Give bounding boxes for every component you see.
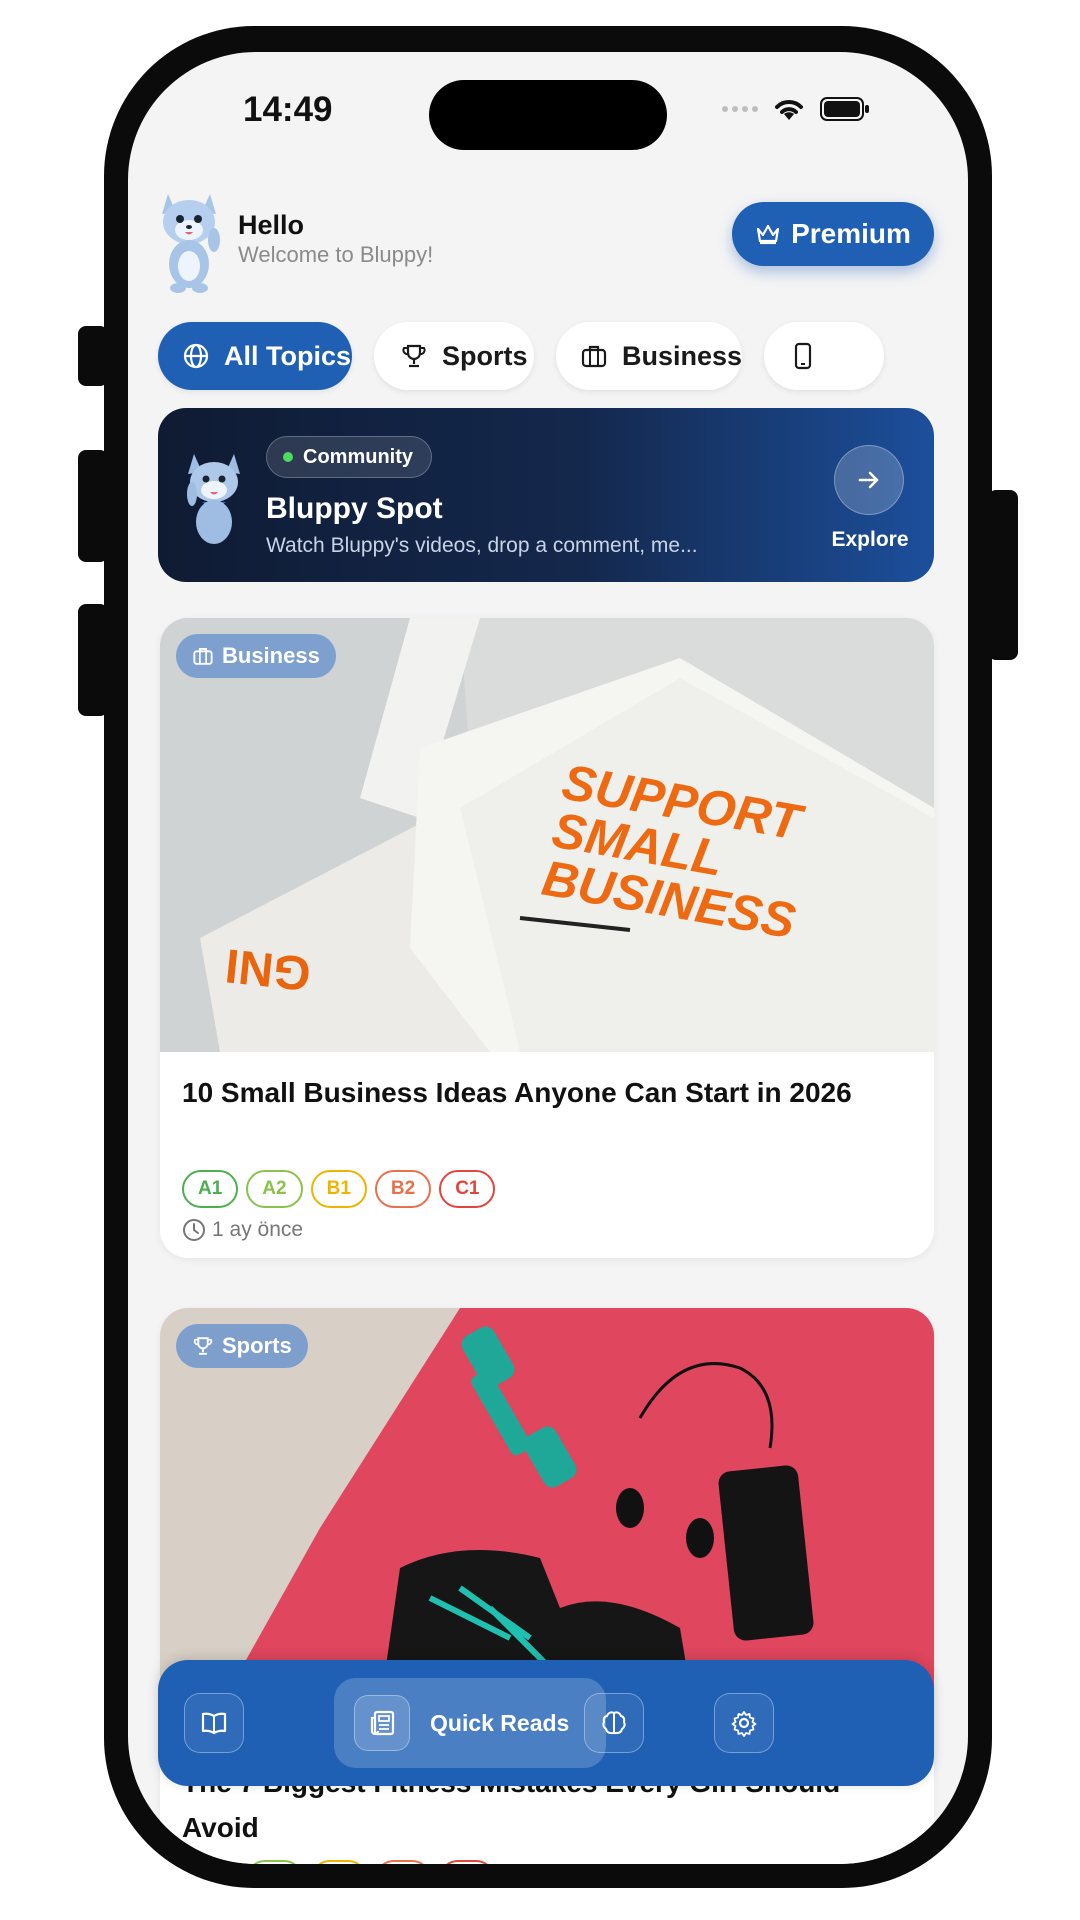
phone-side-button <box>78 450 108 562</box>
phone-side-button <box>78 604 108 716</box>
trophy-icon <box>193 1337 213 1355</box>
briefcase-icon <box>193 647 213 665</box>
article-time-label: 1 ay önce <box>212 1218 304 1241</box>
greeting-text: Hello <box>238 210 305 240</box>
level-a1: A1 <box>182 1860 239 1864</box>
nav-settings-button[interactable] <box>714 1693 774 1753</box>
article-time: 1 ay önce <box>182 1218 303 1242</box>
trophy-icon <box>402 344 426 368</box>
chip-label: Sports <box>442 340 528 371</box>
mascot-avatar <box>162 194 220 293</box>
nav-library-button[interactable] <box>184 1693 244 1753</box>
battery-icon <box>820 97 869 121</box>
community-banner[interactable]: Community Bluppy Spot Watch Bluppy's vid… <box>158 408 934 582</box>
level-badges: A1 A2 B1 B2 C1 <box>182 1860 496 1864</box>
crown-icon <box>756 224 780 245</box>
svg-text:GNI: GNI <box>223 938 313 1000</box>
level-c1: C1 <box>439 1170 496 1208</box>
nav-quick-reads-label: Quick Reads <box>430 1709 570 1736</box>
topic-badge: Sports <box>176 1324 308 1368</box>
level-a2: A2 <box>246 1860 303 1864</box>
nav-brain-button[interactable] <box>584 1693 644 1753</box>
newspaper-icon <box>370 1710 395 1736</box>
level-b2: B2 <box>374 1860 432 1864</box>
nav-icon-box <box>354 1695 410 1751</box>
arrow-right-icon <box>858 471 879 489</box>
chip-business[interactable]: Business <box>556 322 742 390</box>
community-badge-label: Community <box>303 445 413 468</box>
briefcase-icon <box>581 345 607 368</box>
brain-icon <box>602 1711 626 1735</box>
mascot-icon <box>187 454 240 544</box>
premium-button[interactable]: Premium <box>732 202 934 266</box>
globe-icon <box>183 343 209 369</box>
level-a1: A1 <box>182 1170 239 1208</box>
topic-badge-label: Business <box>222 643 320 668</box>
status-time: 14:49 <box>243 90 333 129</box>
chip-technology[interactable] <box>764 322 884 390</box>
gear-icon <box>731 1711 757 1737</box>
phone-side-button <box>78 326 108 386</box>
bottom-nav: Quick Reads <box>158 1660 934 1786</box>
signal-icon <box>722 106 758 112</box>
chip-all-topics[interactable]: All Topics <box>158 322 352 390</box>
explore-button[interactable] <box>834 445 904 515</box>
app-screen: 14:49 Hello Welcome to Bluppy! Premium A… <box>128 52 968 1864</box>
level-b2: B2 <box>374 1170 432 1208</box>
wifi-icon <box>775 100 803 120</box>
phone-icon <box>794 342 812 370</box>
level-b1: B1 <box>310 1860 367 1864</box>
explore-label[interactable]: Explore <box>818 528 922 552</box>
level-c1: C1 <box>439 1860 496 1864</box>
online-dot-icon <box>283 452 293 462</box>
nav-quick-reads-button[interactable]: Quick Reads <box>334 1678 606 1768</box>
community-badge: Community <box>266 436 432 478</box>
phone-side-button <box>988 490 1018 660</box>
dynamic-island <box>429 80 667 150</box>
book-icon <box>201 1712 227 1735</box>
premium-label: Premium <box>791 218 911 249</box>
status-icons <box>722 96 870 122</box>
welcome-text: Welcome to Bluppy! <box>238 242 434 267</box>
chip-label: All Topics <box>224 340 352 371</box>
chip-label: Business <box>622 340 743 371</box>
topic-badge: Business <box>176 634 336 678</box>
topic-badge-label: Sports <box>222 1333 292 1358</box>
topic-chips: All Topics Sports Business <box>158 322 884 390</box>
community-description: Watch Bluppy's videos, drop a comment, m… <box>266 534 698 557</box>
level-badges: A1 A2 B1 B2 C1 <box>182 1170 496 1208</box>
article-image: GNI SUPPORT SMALL BUSINESS <box>160 618 934 1052</box>
level-a2: A2 <box>246 1170 303 1208</box>
level-b1: B1 <box>310 1170 367 1208</box>
article-card[interactable]: GNI SUPPORT SMALL BUSINESS Business 10 S… <box>160 618 934 1258</box>
clock-icon <box>183 1219 205 1241</box>
article-title[interactable]: 10 Small Business Ideas Anyone Can Start… <box>182 1070 912 1115</box>
community-title: Bluppy Spot <box>266 492 443 525</box>
chip-sports[interactable]: Sports <box>374 322 534 390</box>
